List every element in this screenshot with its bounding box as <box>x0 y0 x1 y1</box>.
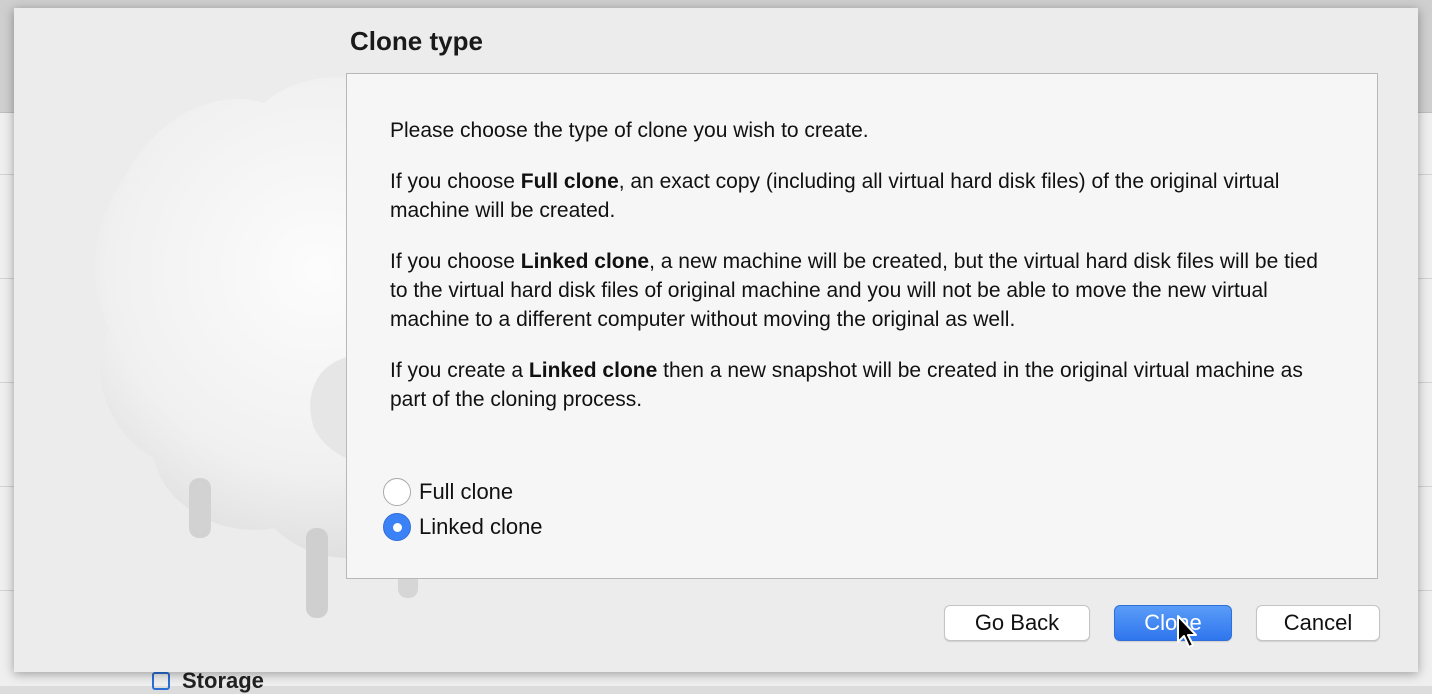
dialog-title: Clone type <box>350 26 483 56</box>
description-text: Please choose the type of clone you wish… <box>390 116 1330 436</box>
full-clone-radio[interactable] <box>383 478 411 506</box>
snapshot-paragraph: If you create a Linked clone then a new … <box>390 359 1303 411</box>
full-clone-paragraph: If you choose Full clone, an exact copy … <box>390 170 1280 222</box>
linked-clone-option[interactable]: Linked clone <box>383 513 543 541</box>
cancel-button[interactable]: Cancel <box>1256 605 1380 641</box>
linked-clone-paragraph: If you choose Linked clone, a new machin… <box>390 250 1318 331</box>
storage-icon <box>152 672 170 690</box>
linked-clone-label: Linked clone <box>419 514 543 539</box>
linked-clone-radio[interactable] <box>383 513 411 541</box>
clone-button[interactable]: Clone <box>1114 605 1232 641</box>
mouse-pointer-icon <box>1177 615 1197 648</box>
clone-type-panel: Please choose the type of clone you wish… <box>346 73 1378 579</box>
intro-paragraph: Please choose the type of clone you wish… <box>390 119 869 142</box>
go-back-button[interactable]: Go Back <box>944 605 1090 641</box>
full-clone-label: Full clone <box>419 479 514 504</box>
full-clone-option[interactable]: Full clone <box>383 478 513 506</box>
clone-vm-dialog: Clone type Please choose the type of clo… <box>14 8 1418 672</box>
